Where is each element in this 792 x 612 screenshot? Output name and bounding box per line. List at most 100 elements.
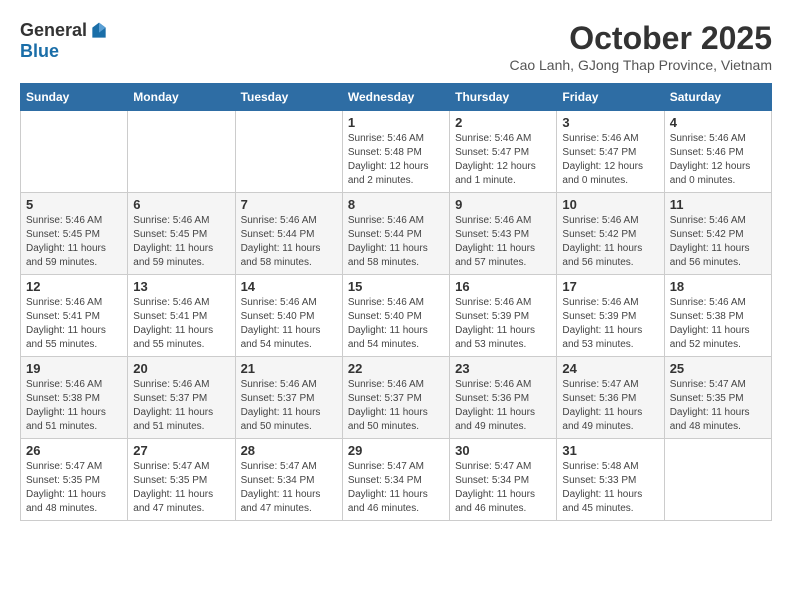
header-friday: Friday [557,84,664,111]
header-sunday: Sunday [21,84,128,111]
table-row [21,111,128,193]
header-saturday: Saturday [664,84,771,111]
day-number: 23 [455,361,551,376]
table-row: 18 Sunrise: 5:46 AM Sunset: 5:38 PM Dayli… [664,275,771,357]
day-number: 8 [348,197,444,212]
day-number: 21 [241,361,337,376]
logo-general-text: General [20,20,87,41]
header-thursday: Thursday [450,84,557,111]
day-info: Sunrise: 5:46 AM Sunset: 5:37 PM Dayligh… [241,378,337,434]
day-info: Sunrise: 5:46 AM Sunset: 5:44 PM Dayligh… [241,214,337,270]
calendar-week-row: 19 Sunrise: 5:46 AM Sunset: 5:38 PM Dayli… [21,357,772,439]
day-info: Sunrise: 5:46 AM Sunset: 5:39 PM Dayligh… [562,296,658,352]
day-number: 6 [133,197,229,212]
day-number: 28 [241,443,337,458]
page-header: General Blue October 2025 Cao Lanh, GJon… [20,20,772,73]
calendar-table: Sunday Monday Tuesday Wednesday Thursday… [20,83,772,521]
day-number: 4 [670,115,766,130]
day-number: 14 [241,279,337,294]
table-row: 30 Sunrise: 5:47 AM Sunset: 5:34 PM Dayli… [450,439,557,521]
day-info: Sunrise: 5:47 AM Sunset: 5:35 PM Dayligh… [133,460,229,516]
day-info: Sunrise: 5:47 AM Sunset: 5:36 PM Dayligh… [562,378,658,434]
title-section: October 2025 Cao Lanh, GJong Thap Provin… [509,20,772,73]
day-info: Sunrise: 5:46 AM Sunset: 5:40 PM Dayligh… [348,296,444,352]
table-row: 20 Sunrise: 5:46 AM Sunset: 5:37 PM Dayli… [128,357,235,439]
day-number: 13 [133,279,229,294]
day-info: Sunrise: 5:46 AM Sunset: 5:43 PM Dayligh… [455,214,551,270]
table-row: 28 Sunrise: 5:47 AM Sunset: 5:34 PM Dayli… [235,439,342,521]
day-number: 30 [455,443,551,458]
day-info: Sunrise: 5:46 AM Sunset: 5:38 PM Dayligh… [26,378,122,434]
day-info: Sunrise: 5:48 AM Sunset: 5:33 PM Dayligh… [562,460,658,516]
table-row: 8 Sunrise: 5:46 AM Sunset: 5:44 PM Daylig… [342,193,449,275]
month-title: October 2025 [509,20,772,57]
day-number: 27 [133,443,229,458]
day-number: 25 [670,361,766,376]
table-row: 13Sunrise: 5:46 AM Sunset: 5:41 PM Dayli… [128,275,235,357]
day-info: Sunrise: 5:47 AM Sunset: 5:34 PM Dayligh… [455,460,551,516]
table-row [664,439,771,521]
day-info: Sunrise: 5:47 AM Sunset: 5:34 PM Dayligh… [241,460,337,516]
day-number: 22 [348,361,444,376]
day-info: Sunrise: 5:46 AM Sunset: 5:47 PM Dayligh… [455,132,551,188]
location-subtitle: Cao Lanh, GJong Thap Province, Vietnam [509,57,772,73]
table-row: 21 Sunrise: 5:46 AM Sunset: 5:37 PM Dayli… [235,357,342,439]
table-row: 7 Sunrise: 5:46 AM Sunset: 5:44 PM Daylig… [235,193,342,275]
day-info: Sunrise: 5:46 AM Sunset: 5:37 PM Dayligh… [348,378,444,434]
table-row: 16Sunrise: 5:46 AM Sunset: 5:39 PM Dayli… [450,275,557,357]
day-info: Sunrise: 5:46 AM Sunset: 5:42 PM Dayligh… [562,214,658,270]
day-number: 18 [670,279,766,294]
table-row: 19 Sunrise: 5:46 AM Sunset: 5:38 PM Dayli… [21,357,128,439]
table-row: 11Sunrise: 5:46 AM Sunset: 5:42 PM Dayli… [664,193,771,275]
day-number: 5 [26,197,122,212]
day-number: 2 [455,115,551,130]
day-number: 31 [562,443,658,458]
table-row: 29 Sunrise: 5:47 AM Sunset: 5:34 PM Dayli… [342,439,449,521]
day-number: 29 [348,443,444,458]
day-number: 12 [26,279,122,294]
day-number: 11 [670,197,766,212]
day-number: 17 [562,279,658,294]
table-row: 26Sunrise: 5:47 AM Sunset: 5:35 PM Dayli… [21,439,128,521]
day-info: Sunrise: 5:46 AM Sunset: 5:46 PM Dayligh… [670,132,766,188]
calendar-week-row: 26Sunrise: 5:47 AM Sunset: 5:35 PM Dayli… [21,439,772,521]
header-wednesday: Wednesday [342,84,449,111]
day-info: Sunrise: 5:46 AM Sunset: 5:40 PM Dayligh… [241,296,337,352]
day-number: 19 [26,361,122,376]
header-monday: Monday [128,84,235,111]
day-info: Sunrise: 5:46 AM Sunset: 5:44 PM Dayligh… [348,214,444,270]
logo-icon [89,21,109,41]
day-info: Sunrise: 5:46 AM Sunset: 5:36 PM Dayligh… [455,378,551,434]
table-row: 2 Sunrise: 5:46 AM Sunset: 5:47 PM Daylig… [450,111,557,193]
day-info: Sunrise: 5:46 AM Sunset: 5:39 PM Dayligh… [455,296,551,352]
logo: General Blue [20,20,109,62]
header-tuesday: Tuesday [235,84,342,111]
day-number: 20 [133,361,229,376]
calendar-header-row: Sunday Monday Tuesday Wednesday Thursday… [21,84,772,111]
table-row: 9 Sunrise: 5:46 AM Sunset: 5:43 PM Daylig… [450,193,557,275]
day-info: Sunrise: 5:46 AM Sunset: 5:38 PM Dayligh… [670,296,766,352]
day-info: Sunrise: 5:47 AM Sunset: 5:34 PM Dayligh… [348,460,444,516]
table-row: 23 Sunrise: 5:46 AM Sunset: 5:36 PM Dayli… [450,357,557,439]
table-row: 22 Sunrise: 5:46 AM Sunset: 5:37 PM Dayli… [342,357,449,439]
day-info: Sunrise: 5:46 AM Sunset: 5:48 PM Dayligh… [348,132,444,188]
table-row: 17 Sunrise: 5:46 AM Sunset: 5:39 PM Dayli… [557,275,664,357]
calendar-week-row: 12Sunrise: 5:46 AM Sunset: 5:41 PM Dayli… [21,275,772,357]
day-info: Sunrise: 5:47 AM Sunset: 5:35 PM Dayligh… [26,460,122,516]
table-row [128,111,235,193]
table-row: 5Sunrise: 5:46 AM Sunset: 5:45 PM Daylig… [21,193,128,275]
day-info: Sunrise: 5:46 AM Sunset: 5:47 PM Dayligh… [562,132,658,188]
day-number: 10 [562,197,658,212]
day-info: Sunrise: 5:46 AM Sunset: 5:37 PM Dayligh… [133,378,229,434]
table-row: 27 Sunrise: 5:47 AM Sunset: 5:35 PM Dayli… [128,439,235,521]
table-row: 24 Sunrise: 5:47 AM Sunset: 5:36 PM Dayli… [557,357,664,439]
day-number: 7 [241,197,337,212]
table-row: 1Sunrise: 5:46 AM Sunset: 5:48 PM Daylig… [342,111,449,193]
table-row: 31 Sunrise: 5:48 AM Sunset: 5:33 PM Dayli… [557,439,664,521]
calendar-week-row: 5 Sunrise: 5:46 AM Sunset: 5:45 PM Daylig… [21,193,772,275]
day-info: Sunrise: 5:46 AM Sunset: 5:45 PM Dayligh… [133,214,229,270]
day-number: 24 [562,361,658,376]
table-row: 10 Sunrise: 5:46 AM Sunset: 5:42 PM Dayli… [557,193,664,275]
day-number: 9 [455,197,551,212]
day-number: 3 [562,115,658,130]
